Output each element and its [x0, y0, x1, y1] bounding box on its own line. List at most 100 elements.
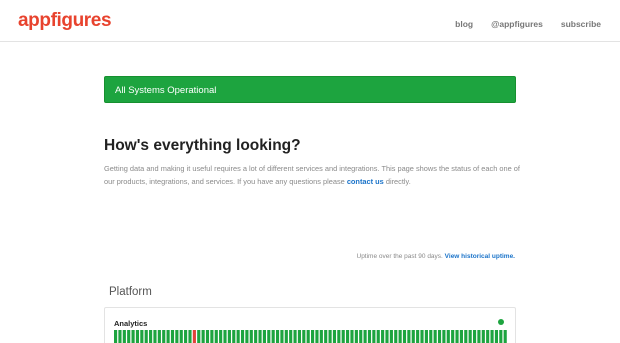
- uptime-bar[interactable]: [341, 330, 345, 343]
- uptime-bar[interactable]: [219, 330, 223, 343]
- uptime-bar[interactable]: [179, 330, 183, 343]
- component-name: Analytics: [114, 319, 148, 328]
- uptime-bar[interactable]: [363, 330, 367, 343]
- uptime-bar[interactable]: [376, 330, 380, 343]
- uptime-bar[interactable]: [464, 330, 468, 343]
- uptime-bar[interactable]: [332, 330, 337, 343]
- uptime-bar[interactable]: [359, 330, 363, 343]
- uptime-bar[interactable]: [214, 330, 218, 343]
- uptime-bar[interactable]: [499, 330, 503, 343]
- uptime-bar[interactable]: [459, 330, 463, 343]
- uptime-bar[interactable]: [135, 330, 140, 343]
- uptime-bar[interactable]: [442, 330, 446, 343]
- page-title: How's everything looking?: [104, 137, 301, 154]
- uptime-bar[interactable]: [319, 330, 323, 343]
- uptime-bar[interactable]: [267, 330, 271, 343]
- uptime-bar[interactable]: [289, 330, 293, 343]
- uptime-bar[interactable]: [118, 330, 122, 343]
- uptime-bar[interactable]: [350, 330, 354, 343]
- uptime-bar[interactable]: [245, 330, 249, 343]
- uptime-bar[interactable]: [210, 330, 214, 343]
- uptime-bar[interactable]: [271, 330, 275, 343]
- about-text-after: directly.: [383, 176, 411, 186]
- uptime-bar[interactable]: [337, 330, 341, 343]
- uptime-bar[interactable]: [201, 330, 205, 343]
- uptime-bar[interactable]: [367, 330, 372, 343]
- uptime-bar[interactable]: [114, 330, 118, 343]
- uptime-bar[interactable]: [416, 330, 420, 343]
- uptime-bar[interactable]: [372, 330, 376, 343]
- uptime-bar[interactable]: [402, 330, 407, 343]
- uptime-bar[interactable]: [188, 330, 192, 343]
- uptime-bar[interactable]: [472, 330, 477, 343]
- uptime-bar[interactable]: [157, 330, 161, 343]
- about-text-before: Getting data and making it useful requir…: [104, 164, 520, 186]
- uptime-bar[interactable]: [451, 330, 455, 343]
- uptime-bar[interactable]: [223, 330, 227, 343]
- uptime-bar[interactable]: [280, 330, 284, 343]
- uptime-bar[interactable]: [437, 330, 442, 343]
- uptime-bar[interactable]: [184, 330, 188, 343]
- uptime-bar[interactable]: [486, 330, 490, 343]
- uptime-bar[interactable]: [262, 330, 266, 343]
- uptime-bar[interactable]: [293, 330, 297, 343]
- nav-link-subscribe[interactable]: subscribe: [561, 19, 601, 29]
- uptime-bar[interactable]: [258, 330, 262, 343]
- uptime-bar[interactable]: [394, 330, 398, 343]
- uptime-bar[interactable]: [144, 330, 148, 343]
- uptime-bar[interactable]: [494, 330, 499, 343]
- nav-link-blog[interactable]: blog: [455, 19, 473, 29]
- uptime-bar[interactable]: [433, 330, 437, 343]
- uptime-bar[interactable]: [411, 330, 415, 343]
- uptime-bar[interactable]: [275, 330, 280, 343]
- uptime-bar[interactable]: [503, 330, 507, 343]
- uptime-bar[interactable]: [306, 330, 310, 343]
- uptime-bar[interactable]: [315, 330, 319, 343]
- uptime-bar[interactable]: [284, 330, 288, 343]
- uptime-bar[interactable]: [381, 330, 385, 343]
- uptime-bar[interactable]: [354, 330, 358, 343]
- uptime-bar[interactable]: [385, 330, 389, 343]
- historical-uptime-link[interactable]: View historical uptime.: [445, 253, 515, 260]
- uptime-bar[interactable]: [227, 330, 231, 343]
- uptime-bar[interactable]: [127, 330, 131, 343]
- uptime-bar[interactable]: [324, 330, 328, 343]
- uptime-bar[interactable]: [254, 330, 258, 343]
- uptime-bar[interactable]: [481, 330, 485, 343]
- nav-link-twitter[interactable]: @appfigures: [491, 19, 543, 29]
- uptime-bar[interactable]: [389, 330, 393, 343]
- uptime-bar[interactable]: [122, 330, 126, 343]
- uptime-bar[interactable]: [468, 330, 472, 343]
- uptime-bar[interactable]: [420, 330, 424, 343]
- uptime-bar[interactable]: [407, 330, 411, 343]
- uptime-bar[interactable]: [311, 330, 315, 343]
- logo[interactable]: appfigures: [18, 10, 112, 32]
- uptime-bar[interactable]: [240, 330, 245, 343]
- uptime-bar[interactable]: [232, 330, 236, 343]
- uptime-bar[interactable]: [328, 330, 332, 343]
- uptime-bar[interactable]: [166, 330, 170, 343]
- uptime-bar[interactable]: [302, 330, 306, 343]
- uptime-bar[interactable]: [398, 330, 402, 343]
- uptime-bar[interactable]: [477, 330, 481, 343]
- uptime-bar[interactable]: [140, 330, 144, 343]
- uptime-bar[interactable]: [490, 330, 494, 343]
- uptime-bar[interactable]: [455, 330, 459, 343]
- uptime-bar[interactable]: [249, 330, 253, 343]
- uptime-bar[interactable]: [446, 330, 450, 343]
- uptime-bar[interactable]: [429, 330, 433, 343]
- uptime-bar[interactable]: [424, 330, 428, 343]
- uptime-bar[interactable]: [131, 330, 135, 343]
- uptime-bar[interactable]: [297, 330, 302, 343]
- uptime-bar[interactable]: [149, 330, 153, 343]
- uptime-bar[interactable]: [153, 330, 157, 343]
- uptime-bar[interactable]: [197, 330, 201, 343]
- uptime-bar[interactable]: [236, 330, 240, 343]
- uptime-bar[interactable]: [175, 330, 179, 343]
- uptime-bar-outage[interactable]: [192, 330, 196, 343]
- uptime-bar[interactable]: [162, 330, 166, 343]
- uptime-bar[interactable]: [346, 330, 350, 343]
- uptime-bar[interactable]: [205, 330, 210, 343]
- contact-us-link[interactable]: contact us: [347, 177, 384, 186]
- uptime-bar[interactable]: [170, 330, 175, 343]
